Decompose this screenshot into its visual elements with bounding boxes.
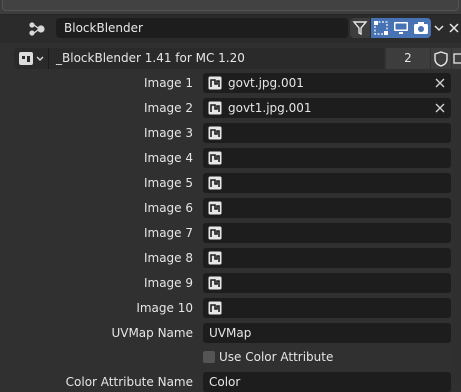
color-attribute-field[interactable]: Color [203, 372, 451, 392]
image-1-label: Image 1 [143, 76, 193, 90]
node-group-icon [19, 52, 44, 65]
image-9-field[interactable] [203, 273, 451, 293]
camera-icon [414, 22, 428, 34]
image-10-field[interactable] [203, 298, 451, 318]
image-2-label: Image 2 [143, 101, 193, 115]
image-4-field[interactable] [203, 148, 451, 168]
image-4-label: Image 4 [143, 151, 193, 165]
image-icon[interactable] [208, 101, 222, 115]
image-7-field[interactable] [203, 223, 451, 243]
clear-icon[interactable] [433, 101, 447, 115]
image-5-field[interactable] [203, 173, 451, 193]
top-panel-edge [0, 0, 461, 15]
image-icon[interactable] [208, 176, 222, 190]
node-tree-icon [29, 22, 45, 36]
image-6-field[interactable] [203, 198, 451, 218]
image-1-field[interactable]: govt.jpg.001 [203, 73, 451, 93]
uvmap-label: UVMap Name [111, 326, 193, 340]
node-name-field[interactable]: BlockBlender [56, 18, 348, 38]
node-group-name-field[interactable]: _BlockBlender 1.41 for MC 1.20 [48, 48, 384, 69]
image-6-label: Image 6 [143, 201, 193, 215]
monitor-icon [394, 22, 408, 34]
image-icon[interactable] [208, 301, 222, 315]
close-button[interactable] [447, 18, 461, 38]
image-8-label: Image 8 [143, 251, 193, 265]
filter-icon [352, 21, 368, 36]
chevron-down-icon [434, 25, 444, 32]
image-2-name: govt1.jpg.001 [228, 101, 312, 115]
image-3-field[interactable] [203, 123, 451, 143]
color-attribute-label: Color Attribute Name [65, 375, 193, 389]
image-icon[interactable] [208, 76, 222, 90]
image-5-label: Image 5 [143, 176, 193, 190]
image-2-field[interactable]: govt1.jpg.001 [203, 98, 451, 118]
image-9-label: Image 9 [143, 276, 193, 290]
user-count-button[interactable]: 2 [386, 48, 430, 69]
image-1-name: govt.jpg.001 [228, 76, 304, 90]
image-icon[interactable] [208, 226, 222, 240]
image-icon[interactable] [208, 151, 222, 165]
close-icon [449, 23, 459, 33]
monitor-button[interactable] [391, 18, 411, 38]
image-icon[interactable] [208, 251, 222, 265]
render-camera-button[interactable] [411, 18, 431, 38]
uvmap-field[interactable]: UVMap [203, 323, 451, 343]
use-color-attribute-checkbox[interactable] [203, 351, 215, 363]
expand-menu-button[interactable] [432, 18, 446, 38]
clear-icon[interactable] [433, 76, 447, 90]
image-3-label: Image 3 [143, 126, 193, 140]
image-icon[interactable] [208, 201, 222, 215]
image-icon[interactable] [208, 276, 222, 290]
shield-icon [434, 51, 448, 67]
image-10-label: Image 10 [136, 301, 193, 315]
filter-button[interactable] [350, 18, 370, 38]
use-color-attribute-label: Use Color Attribute [219, 350, 334, 364]
viewport-select-icon [374, 21, 388, 35]
viewport-select-button[interactable] [371, 18, 391, 38]
image-icon[interactable] [208, 126, 222, 140]
duplicate-button[interactable] [452, 48, 461, 69]
copy-icon [453, 53, 461, 64]
image-7-label: Image 7 [143, 226, 193, 240]
fake-user-button[interactable] [431, 48, 451, 69]
panel-scroll-region[interactable] [452, 72, 461, 385]
image-8-field[interactable] [203, 248, 451, 268]
node-group-browser[interactable] [14, 48, 48, 69]
